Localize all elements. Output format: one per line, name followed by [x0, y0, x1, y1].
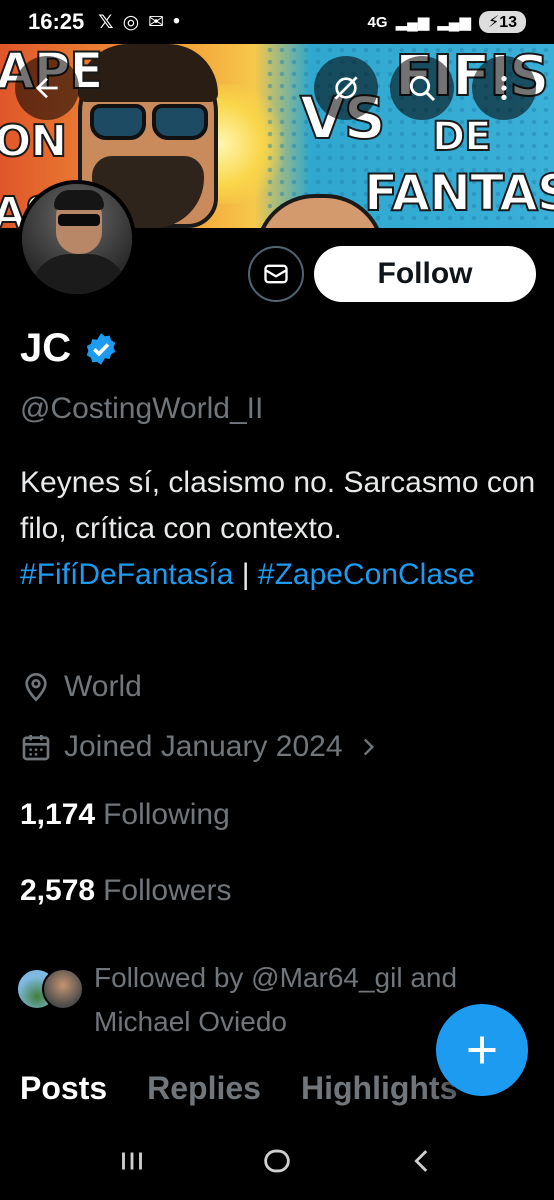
calendar-icon: [22, 735, 50, 761]
more-vertical-icon: [501, 76, 507, 100]
dot-icon: •: [173, 11, 180, 32]
bio: Keynes sí, clasismo no. Sarcasmo con fil…: [20, 466, 536, 591]
joined-date[interactable]: Joined January 2024: [20, 730, 381, 764]
banner-text: ON: [0, 115, 68, 168]
following-stat[interactable]: 1,174 Following: [20, 798, 230, 832]
chevron-right-icon: [363, 738, 374, 756]
back-arrow-icon: [35, 77, 58, 99]
search-button[interactable]: [390, 56, 454, 120]
banner-text: DE: [431, 113, 493, 161]
handle: @CostingWorld_II: [20, 392, 264, 425]
banner-text: FANTASÍA: [363, 163, 554, 223]
more-button[interactable]: [472, 56, 536, 120]
followers-stat[interactable]: 2,578 Followers: [20, 874, 231, 908]
battery-indicator: ⚡13: [478, 11, 526, 33]
plus-icon: [468, 1036, 496, 1064]
avatar: [42, 968, 84, 1010]
grok-button[interactable]: [314, 56, 378, 120]
status-right: 4G ▂▄▆ ▂▄▆ ⚡13: [368, 11, 526, 33]
hashtag-link[interactable]: #FifíDeFantasía: [20, 558, 233, 591]
status-time: 16:25: [28, 9, 85, 34]
profile-tabs: Posts Replies Highlights: [20, 1070, 457, 1107]
mail-icon: ✉: [148, 11, 165, 33]
home-icon[interactable]: [260, 1144, 294, 1178]
mutual-avatars: [16, 968, 84, 1014]
notification-icons: 𝕏 ◎ ✉ •: [98, 11, 179, 34]
search-icon: [409, 75, 436, 102]
compose-button[interactable]: [436, 1004, 528, 1096]
x-app-icon: 𝕏: [98, 11, 114, 33]
verified-badge-icon[interactable]: [83, 331, 119, 367]
envelope-icon: [264, 264, 288, 284]
signal-icon: ▂▄▆: [395, 14, 430, 31]
back-icon[interactable]: [405, 1144, 439, 1178]
message-button[interactable]: [248, 246, 304, 302]
signal-icon-2: ▂▄▆: [437, 14, 471, 31]
system-nav-bar: [0, 1122, 554, 1200]
follow-button[interactable]: Follow: [314, 246, 536, 302]
back-button[interactable]: [15, 56, 79, 120]
name-row: JC: [20, 326, 119, 371]
location: World: [20, 670, 142, 704]
network-type: 4G: [367, 13, 388, 31]
location-pin-icon: [25, 672, 47, 702]
tab-replies[interactable]: Replies: [147, 1070, 261, 1107]
grok-icon: [334, 76, 358, 100]
recent-apps-icon[interactable]: [115, 1144, 149, 1178]
hashtag-link[interactable]: #ZapeConClase: [258, 558, 475, 591]
tab-posts[interactable]: Posts: [20, 1070, 107, 1107]
check-circle-icon: ◎: [122, 11, 140, 33]
display-name: JC: [20, 326, 72, 370]
status-bar: 16:25 𝕏 ◎ ✉ • 4G ▂▄▆ ▂▄▆ ⚡13: [0, 0, 554, 44]
avatar[interactable]: [18, 180, 136, 298]
